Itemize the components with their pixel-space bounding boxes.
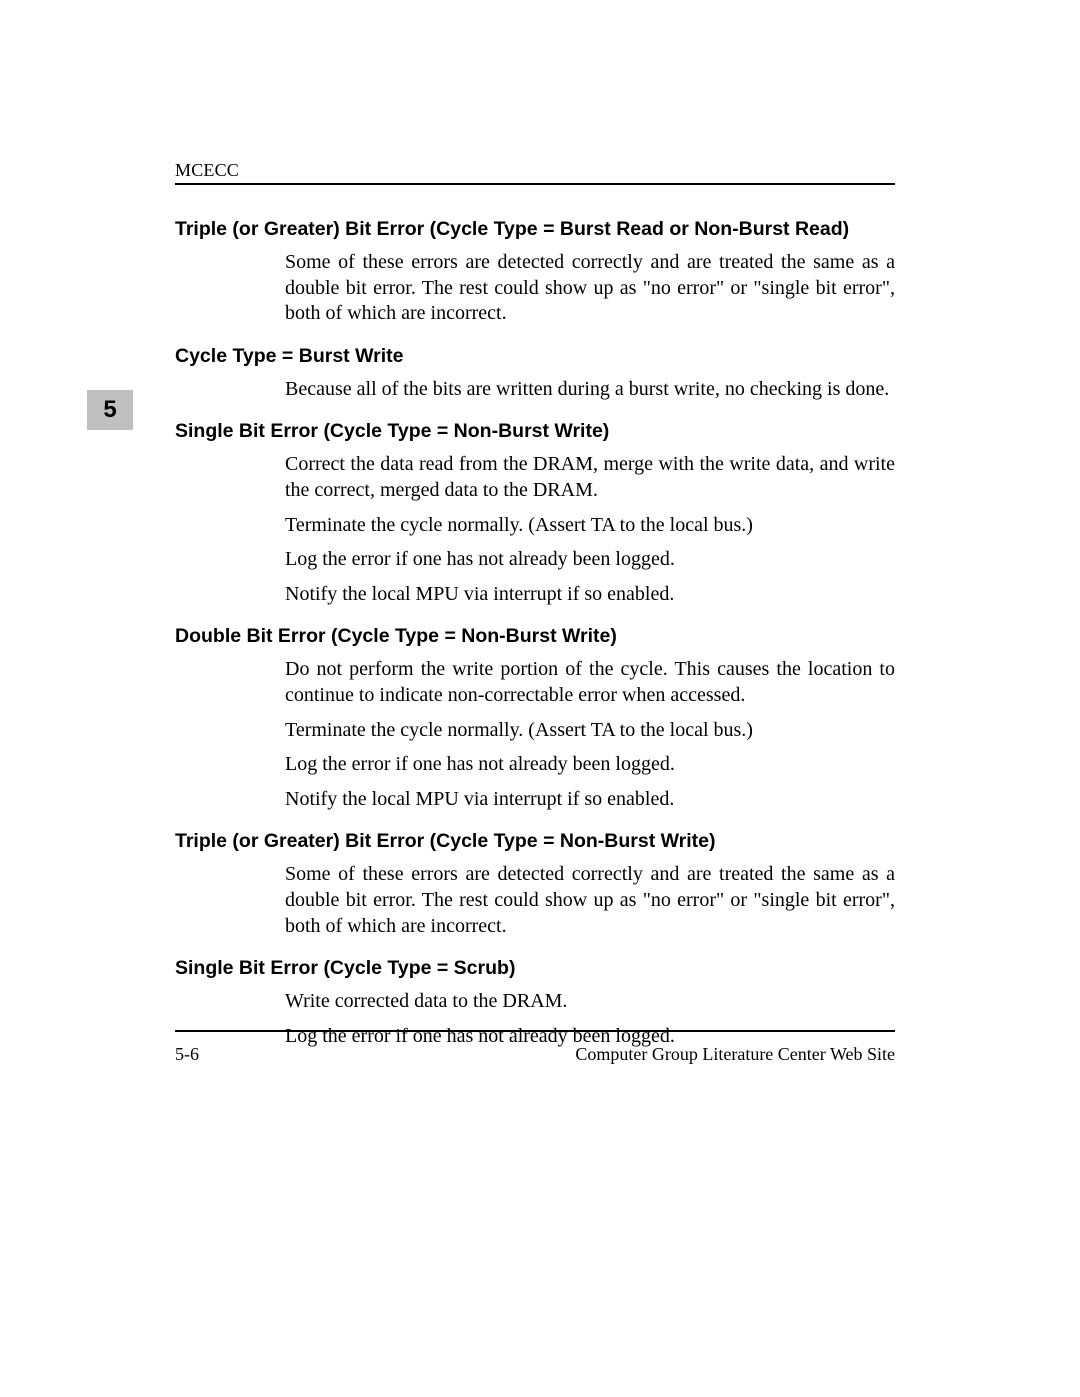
- rule-bottom: [175, 1030, 895, 1032]
- section-heading: Cycle Type = Burst Write: [175, 345, 895, 368]
- content: Triple (or Greater) Bit Error (Cycle Typ…: [175, 218, 895, 1057]
- body-paragraph: Some of these errors are detected correc…: [175, 862, 895, 939]
- body-paragraph: Because all of the bits are written duri…: [175, 377, 895, 403]
- section-heading: Single Bit Error (Cycle Type = Scrub): [175, 957, 895, 980]
- page-number: 5-6: [175, 1044, 199, 1065]
- body-paragraph: Write corrected data to the DRAM.: [175, 989, 895, 1015]
- section-heading: Triple (or Greater) Bit Error (Cycle Typ…: [175, 830, 895, 853]
- section-heading: Double Bit Error (Cycle Type = Non-Burst…: [175, 625, 895, 648]
- body-paragraph: Log the error if one has not already bee…: [175, 547, 895, 573]
- body-paragraph: Log the error if one has not already bee…: [175, 752, 895, 778]
- body-paragraph: Notify the local MPU via interrupt if so…: [175, 787, 895, 813]
- body-paragraph: Terminate the cycle normally. (Assert TA…: [175, 513, 895, 539]
- body-paragraph: Some of these errors are detected correc…: [175, 250, 895, 327]
- body-paragraph: Notify the local MPU via interrupt if so…: [175, 582, 895, 608]
- body-paragraph: Do not perform the write portion of the …: [175, 657, 895, 708]
- body-paragraph: Correct the data read from the DRAM, mer…: [175, 452, 895, 503]
- chapter-number: 5: [103, 396, 116, 424]
- page: 5 MCECC Triple (or Greater) Bit Error (C…: [0, 0, 1080, 1397]
- section-heading: Single Bit Error (Cycle Type = Non-Burst…: [175, 420, 895, 443]
- running-head: MCECC: [175, 160, 895, 181]
- rule-top: [175, 183, 895, 185]
- footer-site: Computer Group Literature Center Web Sit…: [575, 1044, 895, 1065]
- section-heading: Triple (or Greater) Bit Error (Cycle Typ…: [175, 218, 895, 241]
- chapter-tab: 5: [87, 390, 133, 430]
- body-paragraph: Terminate the cycle normally. (Assert TA…: [175, 718, 895, 744]
